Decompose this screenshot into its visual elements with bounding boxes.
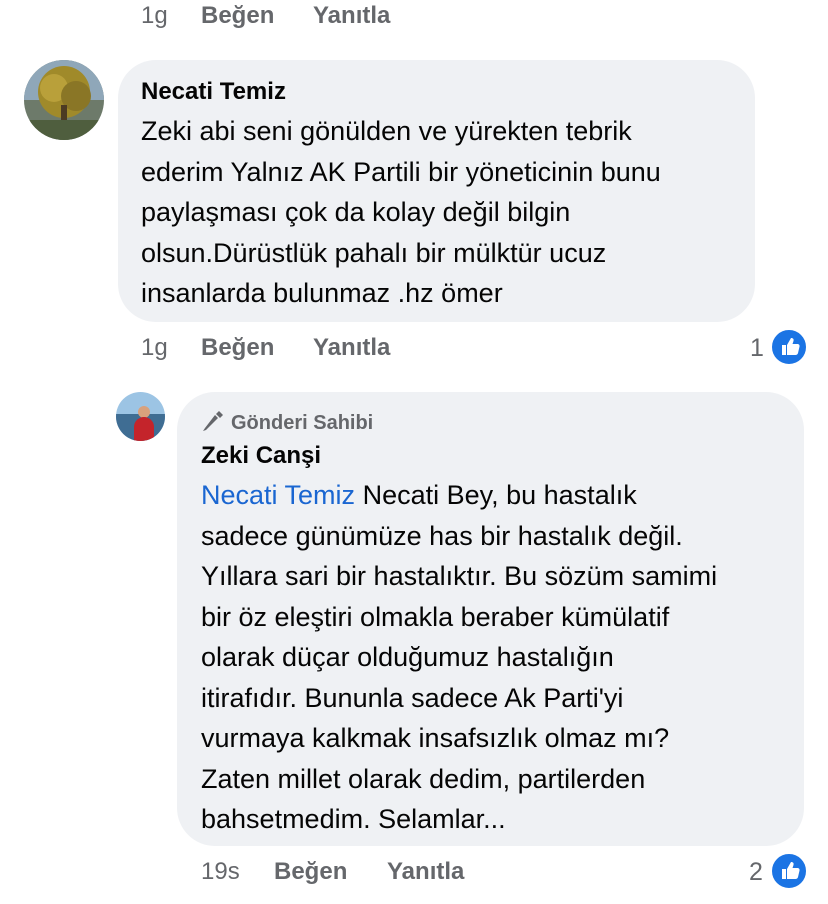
reply-author-zeki[interactable]: Zeki Canşi: [201, 442, 321, 470]
pen-icon: [201, 410, 225, 432]
reply-first-line: Necati Temiz Necati Bey, bu hastalık: [201, 475, 791, 516]
reply-text-zeki: Necati Temiz Necati Bey, bu hastalık sad…: [201, 475, 791, 840]
comment-line: olsun.Dürüstlük pahalı bir mülktür ucuz: [141, 237, 607, 268]
comment-line: paylaşması çok da kolay değil bilgin: [141, 197, 571, 227]
comment-author-necati[interactable]: Necati Temiz: [141, 78, 286, 106]
comment-line: Zeki abi seni gönülden ve yürekten tebri…: [141, 116, 632, 146]
tree-photo-icon: [24, 60, 104, 140]
reaction-count[interactable]: 1: [750, 334, 764, 363]
like-button[interactable]: Beğen: [201, 334, 274, 362]
mention-link[interactable]: Necati Temiz: [201, 480, 355, 510]
reply-reply-button[interactable]: Yanıtla: [387, 858, 464, 886]
comment-text-necati: Zeki abi seni gönülden ve yürekten tebri…: [141, 111, 741, 314]
comment-line: insanlarda bulunmaz .hz ömer: [141, 278, 503, 308]
reply-timestamp: 19s: [201, 858, 240, 885]
top-like-button[interactable]: Beğen: [201, 2, 274, 30]
reply-button[interactable]: Yanıtla: [313, 334, 390, 362]
reply-line: bir öz eleştiri olmakla beraber kümülati…: [201, 601, 670, 632]
top-reply-button[interactable]: Yanıtla: [313, 2, 390, 30]
thumbs-up-icon[interactable]: [770, 852, 808, 890]
reply-line: olarak düçar olduğumuz hastalığın: [201, 642, 614, 672]
author-badge: Gönderi Sahibi: [201, 410, 373, 435]
top-action-row: 1g Beğen Yanıtla: [141, 2, 390, 30]
reply-first-line-text: Necati Bey, bu hastalık: [355, 480, 637, 510]
reply-line: itirafıdır. Bununla sadece Ak Parti'yi: [201, 682, 624, 713]
avatar-zeki[interactable]: [116, 392, 165, 441]
comment-line: ederim Yalnız AK Partili bir yöneticinin…: [141, 156, 661, 187]
top-timestamp: 1g: [141, 2, 168, 29]
reply-reaction-count[interactable]: 2: [749, 858, 763, 887]
person-photo-icon: [116, 392, 165, 441]
reply-line: bahsetmedim. Selamlar...: [201, 804, 506, 834]
comment-timestamp: 1g: [141, 334, 168, 361]
thumbs-up-icon[interactable]: [770, 328, 808, 366]
reply-actions-zeki: 19s Beğen Yanıtla: [201, 858, 464, 886]
reply-line: Zaten millet olarak dedim, partilerden: [201, 763, 646, 794]
reply-line: Yıllara sari bir hastalıktır. Bu sözüm s…: [201, 561, 718, 591]
reply-line: vurmaya kalkmak insafsızlık olmaz mı?: [201, 723, 670, 753]
avatar-necati[interactable]: [24, 60, 104, 140]
comment-actions-necati: 1g Beğen Yanıtla: [141, 334, 390, 362]
reply-line: sadece günümüze has bir hastalık değil.: [201, 520, 683, 551]
author-badge-label: Gönderi Sahibi: [231, 412, 374, 434]
reply-like-button[interactable]: Beğen: [274, 858, 347, 886]
